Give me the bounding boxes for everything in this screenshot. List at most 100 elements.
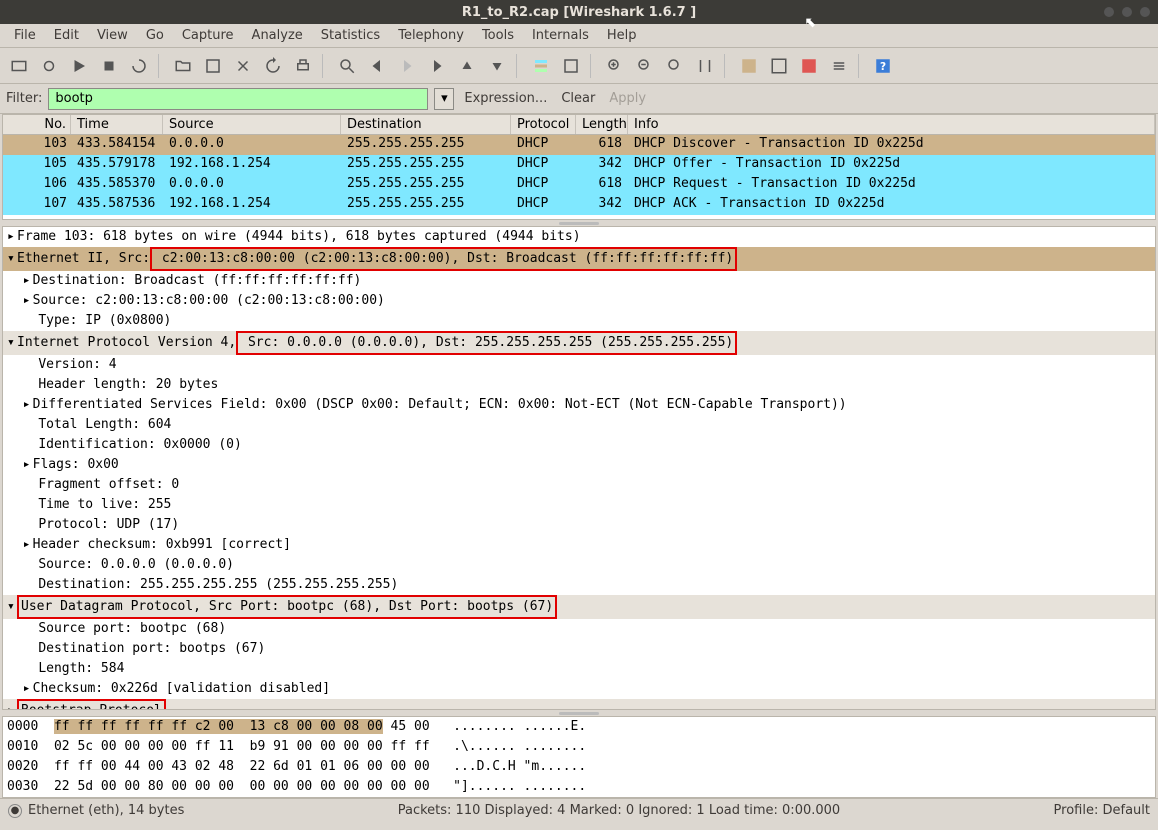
col-info[interactable]: Info xyxy=(628,115,1155,134)
ip-flags[interactable]: ▸Flags: 0x00 xyxy=(3,455,1155,475)
udp-highlight: User Datagram Protocol, Src Port: bootpc… xyxy=(17,595,557,619)
ip-tl[interactable]: Total Length: 604 xyxy=(3,415,1155,435)
filter-expression-button[interactable]: Expression... xyxy=(460,91,551,106)
ip-node[interactable]: ▾Internet Protocol Version 4, Src: 0.0.0… xyxy=(3,331,1155,355)
filter-apply-button[interactable]: Apply xyxy=(605,91,650,106)
ip-proto[interactable]: Protocol: UDP (17) xyxy=(3,515,1155,535)
hex-row[interactable]: 0000 ff ff ff ff ff ff c2 00 13 c8 00 00… xyxy=(7,717,1151,737)
menu-view[interactable]: View xyxy=(89,26,136,45)
packet-row[interactable]: 107435.587536192.168.1.254255.255.255.25… xyxy=(3,195,1155,215)
print-icon[interactable] xyxy=(290,53,316,79)
coloring-rules-icon[interactable] xyxy=(796,53,822,79)
go-back-icon[interactable] xyxy=(364,53,390,79)
help-icon[interactable]: ? xyxy=(870,53,896,79)
resize-columns-icon[interactable] xyxy=(692,53,718,79)
packet-row[interactable]: 106435.5853700.0.0.0255.255.255.255DHCP6… xyxy=(3,175,1155,195)
udp-dp[interactable]: Destination port: bootps (67) xyxy=(3,639,1155,659)
go-to-packet-icon[interactable] xyxy=(424,53,450,79)
ip-frag[interactable]: Fragment offset: 0 xyxy=(3,475,1155,495)
packet-list-header: No. Time Source Destination Protocol Len… xyxy=(3,115,1155,135)
ip-id[interactable]: Identification: 0x0000 (0) xyxy=(3,435,1155,455)
ethernet-node[interactable]: ▾Ethernet II, Src: c2:00:13:c8:00:00 (c2… xyxy=(3,247,1155,271)
ip-src[interactable]: Source: 0.0.0.0 (0.0.0.0) xyxy=(3,555,1155,575)
go-last-icon[interactable] xyxy=(484,53,510,79)
menubar: File Edit View Go Capture Analyze Statis… xyxy=(0,24,1158,48)
hex-pane[interactable]: 0000 ff ff ff ff ff ff c2 00 13 c8 00 00… xyxy=(2,716,1156,798)
window-title: R1_to_R2.cap [Wireshark 1.6.7 ] xyxy=(462,5,696,20)
udp-sp[interactable]: Source port: bootpc (68) xyxy=(3,619,1155,639)
menu-go[interactable]: Go xyxy=(138,26,172,45)
ip-ver[interactable]: Version: 4 xyxy=(3,355,1155,375)
titlebar: R1_to_R2.cap [Wireshark 1.6.7 ] ⬉ xyxy=(0,0,1158,24)
close-file-icon[interactable] xyxy=(230,53,256,79)
packet-list[interactable]: No. Time Source Destination Protocol Len… xyxy=(2,114,1156,220)
udp-node[interactable]: ▾User Datagram Protocol, Src Port: bootp… xyxy=(3,595,1155,619)
find-icon[interactable] xyxy=(334,53,360,79)
preferences-icon[interactable] xyxy=(826,53,852,79)
statusbar: ● Ethernet (eth), 14 bytes Packets: 110 … xyxy=(0,798,1158,822)
menu-statistics[interactable]: Statistics xyxy=(313,26,388,45)
detail-pane[interactable]: ▸Frame 103: 618 bytes on wire (4944 bits… xyxy=(2,226,1156,710)
udp-len[interactable]: Length: 584 xyxy=(3,659,1155,679)
ip-ttl[interactable]: Time to live: 255 xyxy=(3,495,1155,515)
eth-type[interactable]: Type: IP (0x0800) xyxy=(3,311,1155,331)
options-icon[interactable] xyxy=(36,53,62,79)
filter-input[interactable] xyxy=(48,88,428,110)
hex-row[interactable]: 0030 22 5d 00 00 80 00 00 00 00 00 00 00… xyxy=(7,777,1151,797)
col-no[interactable]: No. xyxy=(3,115,71,134)
interfaces-icon[interactable] xyxy=(6,53,32,79)
filter-clear-button[interactable]: Clear xyxy=(557,91,599,106)
ip-dsf[interactable]: ▸Differentiated Services Field: 0x00 (DS… xyxy=(3,395,1155,415)
autoscroll-icon[interactable] xyxy=(558,53,584,79)
filter-dropdown-icon[interactable]: ▾ xyxy=(434,88,454,110)
colorize-icon[interactable] xyxy=(528,53,554,79)
status-left: Ethernet (eth), 14 bytes xyxy=(28,803,184,818)
zoom-in-icon[interactable] xyxy=(602,53,628,79)
display-filter-icon[interactable] xyxy=(766,53,792,79)
menu-capture[interactable]: Capture xyxy=(174,26,242,45)
col-time[interactable]: Time xyxy=(71,115,163,134)
menu-help[interactable]: Help xyxy=(599,26,645,45)
restart-capture-icon[interactable] xyxy=(126,53,152,79)
save-file-icon[interactable] xyxy=(200,53,226,79)
packet-row[interactable]: 105435.579178192.168.1.254255.255.255.25… xyxy=(3,155,1155,175)
zoom-fit-icon[interactable] xyxy=(662,53,688,79)
ip-hlen[interactable]: Header length: 20 bytes xyxy=(3,375,1155,395)
menu-edit[interactable]: Edit xyxy=(46,26,87,45)
zoom-out-icon[interactable] xyxy=(632,53,658,79)
menu-internals[interactable]: Internals xyxy=(524,26,597,45)
menu-file[interactable]: File xyxy=(6,26,44,45)
menu-tools[interactable]: Tools xyxy=(474,26,522,45)
ip-highlight: Src: 0.0.0.0 (0.0.0.0), Dst: 255.255.255… xyxy=(236,331,737,355)
start-capture-icon[interactable] xyxy=(66,53,92,79)
frame-node[interactable]: ▸Frame 103: 618 bytes on wire (4944 bits… xyxy=(3,227,1155,247)
menu-analyze[interactable]: Analyze xyxy=(244,26,311,45)
reload-icon[interactable] xyxy=(260,53,286,79)
expert-info-icon[interactable]: ● xyxy=(8,804,22,818)
col-proto[interactable]: Protocol xyxy=(511,115,576,134)
packet-row[interactable]: 103433.5841540.0.0.0255.255.255.255DHCP6… xyxy=(3,135,1155,155)
status-right[interactable]: Profile: Default xyxy=(1054,803,1150,818)
col-src[interactable]: Source xyxy=(163,115,341,134)
col-len[interactable]: Length xyxy=(576,115,628,134)
capture-filter-icon[interactable] xyxy=(736,53,762,79)
ip-dst[interactable]: Destination: 255.255.255.255 (255.255.25… xyxy=(3,575,1155,595)
stop-capture-icon[interactable] xyxy=(96,53,122,79)
go-first-icon[interactable] xyxy=(454,53,480,79)
ip-csum[interactable]: ▸Header checksum: 0xb991 [correct] xyxy=(3,535,1155,555)
udp-csum[interactable]: ▸Checksum: 0x226d [validation disabled] xyxy=(3,679,1155,699)
toolbar: ? xyxy=(0,48,1158,84)
open-file-icon[interactable] xyxy=(170,53,196,79)
hex-row[interactable]: 0020 ff ff 00 44 00 43 02 48 22 6d 01 01… xyxy=(7,757,1151,777)
eth-src[interactable]: ▸Source: c2:00:13:c8:00:00 (c2:00:13:c8:… xyxy=(3,291,1155,311)
menu-telephony[interactable]: Telephony xyxy=(390,26,472,45)
filter-bar: Filter: ▾ Expression... Clear Apply xyxy=(0,84,1158,114)
col-dst[interactable]: Destination xyxy=(341,115,511,134)
eth-dst[interactable]: ▸Destination: Broadcast (ff:ff:ff:ff:ff:… xyxy=(3,271,1155,291)
go-forward-icon[interactable] xyxy=(394,53,420,79)
pointer-icon: ⬉ xyxy=(805,15,817,31)
svg-text:?: ? xyxy=(880,60,886,72)
hex-row[interactable]: 0010 02 5c 00 00 00 00 ff 11 b9 91 00 00… xyxy=(7,737,1151,757)
bootp-node[interactable]: ▸Bootstrap Protocol xyxy=(3,699,1155,710)
window-controls[interactable] xyxy=(1104,7,1150,17)
